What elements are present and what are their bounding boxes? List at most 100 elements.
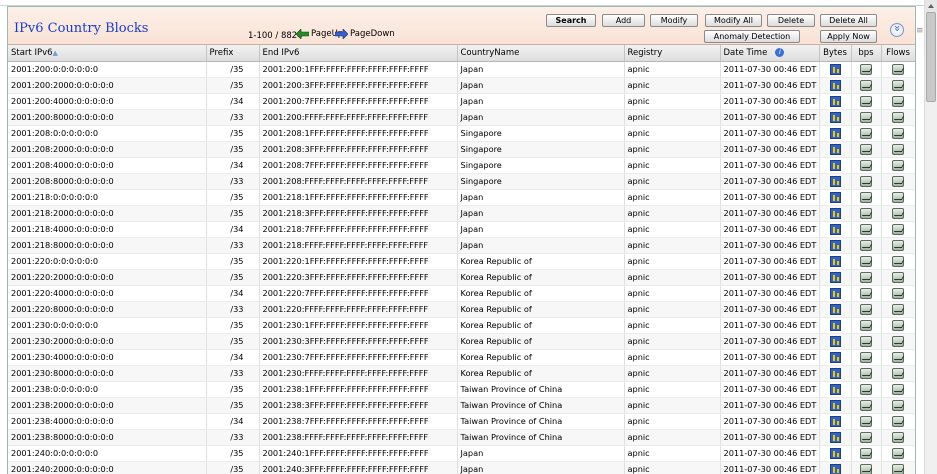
delete-all-button[interactable]: Delete All xyxy=(820,14,877,27)
bps-chart-icon[interactable] xyxy=(860,367,872,379)
table-row[interactable]: 2001:220:0:0:0:0:0:0/35 2001:220:1FFF:FFF… xyxy=(8,253,915,270)
bytes-chart-icon[interactable] xyxy=(829,79,841,91)
table-row[interactable]: 2001:220:8000:0:0:0:0:0/33 2001:220:FFFF:… xyxy=(8,301,915,318)
flows-chart-icon[interactable] xyxy=(892,223,904,235)
bytes-chart-icon[interactable] xyxy=(829,175,841,187)
column-header-registry[interactable]: Registry xyxy=(624,45,721,62)
bytes-chart-icon[interactable] xyxy=(829,463,841,474)
bytes-chart-icon[interactable] xyxy=(829,431,841,443)
bps-chart-icon[interactable] xyxy=(860,127,872,139)
bps-chart-icon[interactable] xyxy=(860,399,872,411)
bytes-chart-icon[interactable] xyxy=(829,255,841,267)
table-row[interactable]: 2001:200:0:0:0:0:0:0/35 2001:200:1FFF:FFF… xyxy=(8,61,915,78)
bytes-chart-icon[interactable] xyxy=(829,351,841,363)
bps-chart-icon[interactable] xyxy=(860,207,872,219)
table-row[interactable]: 2001:238:4000:0:0:0:0:0/34 2001:238:7FFF:… xyxy=(8,413,915,430)
scroll-thumb[interactable] xyxy=(926,12,936,102)
bytes-chart-icon[interactable] xyxy=(829,223,841,235)
bps-chart-icon[interactable] xyxy=(860,351,872,363)
flows-chart-icon[interactable] xyxy=(892,351,904,363)
bytes-chart-icon[interactable] xyxy=(829,383,841,395)
table-row[interactable]: 2001:240:0:0:0:0:0:0/35 2001:240:1FFF:FFF… xyxy=(8,445,915,462)
bps-chart-icon[interactable] xyxy=(860,111,872,123)
bytes-chart-icon[interactable] xyxy=(829,111,841,123)
column-header-end-ipv6[interactable]: End IPv6 xyxy=(259,45,458,62)
table-row[interactable]: 2001:208:4000:0:0:0:0:0/34 2001:208:7FFF:… xyxy=(8,157,915,174)
flows-chart-icon[interactable] xyxy=(892,191,904,203)
flows-chart-icon[interactable] xyxy=(892,239,904,251)
table-row[interactable]: 2001:238:8000:0:0:0:0:0/33 2001:238:FFFF:… xyxy=(8,429,915,446)
bps-chart-icon[interactable] xyxy=(860,223,872,235)
bytes-chart-icon[interactable] xyxy=(829,303,841,315)
flows-chart-icon[interactable] xyxy=(892,111,904,123)
flows-chart-icon[interactable] xyxy=(892,447,904,459)
flows-chart-icon[interactable] xyxy=(892,207,904,219)
table-row[interactable]: 2001:238:0:0:0:0:0:0/35 2001:238:1FFF:FFF… xyxy=(8,381,915,398)
column-header-start-ipv6[interactable]: Start IPv6▲ xyxy=(8,45,207,62)
table-row[interactable]: 2001:208:2000:0:0:0:0:0/35 2001:208:3FFF:… xyxy=(8,141,915,158)
bytes-chart-icon[interactable] xyxy=(829,159,841,171)
bps-chart-icon[interactable] xyxy=(860,79,872,91)
table-row[interactable]: 2001:200:8000:0:0:0:0:0/33 2001:200:FFFF:… xyxy=(8,109,915,126)
delete-button[interactable]: Delete xyxy=(767,14,815,27)
flows-chart-icon[interactable] xyxy=(892,415,904,427)
table-row[interactable]: 2001:230:2000:0:0:0:0:0/35 2001:230:3FFF:… xyxy=(8,333,915,350)
bps-chart-icon[interactable] xyxy=(860,95,872,107)
table-row[interactable]: 2001:218:2000:0:0:0:0:0/35 2001:218:3FFF:… xyxy=(8,205,915,222)
bps-chart-icon[interactable] xyxy=(860,191,872,203)
bps-chart-icon[interactable] xyxy=(860,63,872,75)
bps-chart-icon[interactable] xyxy=(860,447,872,459)
bps-chart-icon[interactable] xyxy=(860,239,872,251)
flows-chart-icon[interactable] xyxy=(892,79,904,91)
column-header-country[interactable]: CountryName xyxy=(457,45,625,62)
flows-chart-icon[interactable] xyxy=(892,159,904,171)
flows-chart-icon[interactable] xyxy=(892,335,904,347)
table-row[interactable]: 2001:230:0:0:0:0:0:0/35 2001:230:1FFF:FFF… xyxy=(8,317,915,334)
bps-chart-icon[interactable] xyxy=(860,287,872,299)
bps-chart-icon[interactable] xyxy=(860,255,872,267)
bytes-chart-icon[interactable] xyxy=(829,447,841,459)
bytes-chart-icon[interactable] xyxy=(829,367,841,379)
flows-chart-icon[interactable] xyxy=(892,431,904,443)
info-icon[interactable]: i xyxy=(775,47,785,57)
table-row[interactable]: 2001:220:2000:0:0:0:0:0/35 2001:220:3FFF:… xyxy=(8,269,915,286)
bytes-chart-icon[interactable] xyxy=(829,191,841,203)
flows-chart-icon[interactable] xyxy=(892,303,904,315)
flows-chart-icon[interactable] xyxy=(892,271,904,283)
bps-chart-icon[interactable] xyxy=(860,463,872,474)
column-header-prefix[interactable]: Prefix xyxy=(206,45,260,62)
apply-now-button[interactable]: Apply Now xyxy=(820,30,877,43)
flows-chart-icon[interactable] xyxy=(892,287,904,299)
bps-chart-icon[interactable] xyxy=(860,415,872,427)
bytes-chart-icon[interactable] xyxy=(829,335,841,347)
bytes-chart-icon[interactable] xyxy=(829,63,841,75)
bps-chart-icon[interactable] xyxy=(860,383,872,395)
vertical-scrollbar[interactable] xyxy=(924,0,937,474)
bytes-chart-icon[interactable] xyxy=(829,95,841,107)
table-row[interactable]: 2001:218:4000:0:0:0:0:0/34 2001:218:7FFF:… xyxy=(8,221,915,238)
bps-chart-icon[interactable] xyxy=(860,175,872,187)
bytes-chart-icon[interactable] xyxy=(829,127,841,139)
bytes-chart-icon[interactable] xyxy=(829,399,841,411)
flows-chart-icon[interactable] xyxy=(892,463,904,474)
flows-chart-icon[interactable] xyxy=(892,319,904,331)
anomaly-detection-button[interactable]: Anomaly Detection xyxy=(704,30,800,43)
table-row[interactable]: 2001:238:2000:0:0:0:0:0/35 2001:238:3FFF:… xyxy=(8,397,915,414)
table-row[interactable]: 2001:218:0:0:0:0:0:0/35 2001:218:1FFF:FFF… xyxy=(8,189,915,206)
flows-chart-icon[interactable] xyxy=(892,399,904,411)
add-button[interactable]: Add xyxy=(602,14,645,27)
table-row[interactable]: 2001:218:8000:0:0:0:0:0/33 2001:218:FFFF:… xyxy=(8,237,915,254)
bytes-chart-icon[interactable] xyxy=(829,239,841,251)
flows-chart-icon[interactable] xyxy=(892,255,904,267)
table-row[interactable]: 2001:220:4000:0:0:0:0:0/34 2001:220:7FFF:… xyxy=(8,285,915,302)
bps-chart-icon[interactable] xyxy=(860,143,872,155)
flows-chart-icon[interactable] xyxy=(892,143,904,155)
resize-grip-icon[interactable]: ≡ xyxy=(916,26,924,36)
bps-chart-icon[interactable] xyxy=(860,303,872,315)
flows-chart-icon[interactable] xyxy=(892,175,904,187)
bps-chart-icon[interactable] xyxy=(860,271,872,283)
flows-chart-icon[interactable] xyxy=(892,367,904,379)
flows-chart-icon[interactable] xyxy=(892,127,904,139)
bytes-chart-icon[interactable] xyxy=(829,415,841,427)
bps-chart-icon[interactable] xyxy=(860,159,872,171)
